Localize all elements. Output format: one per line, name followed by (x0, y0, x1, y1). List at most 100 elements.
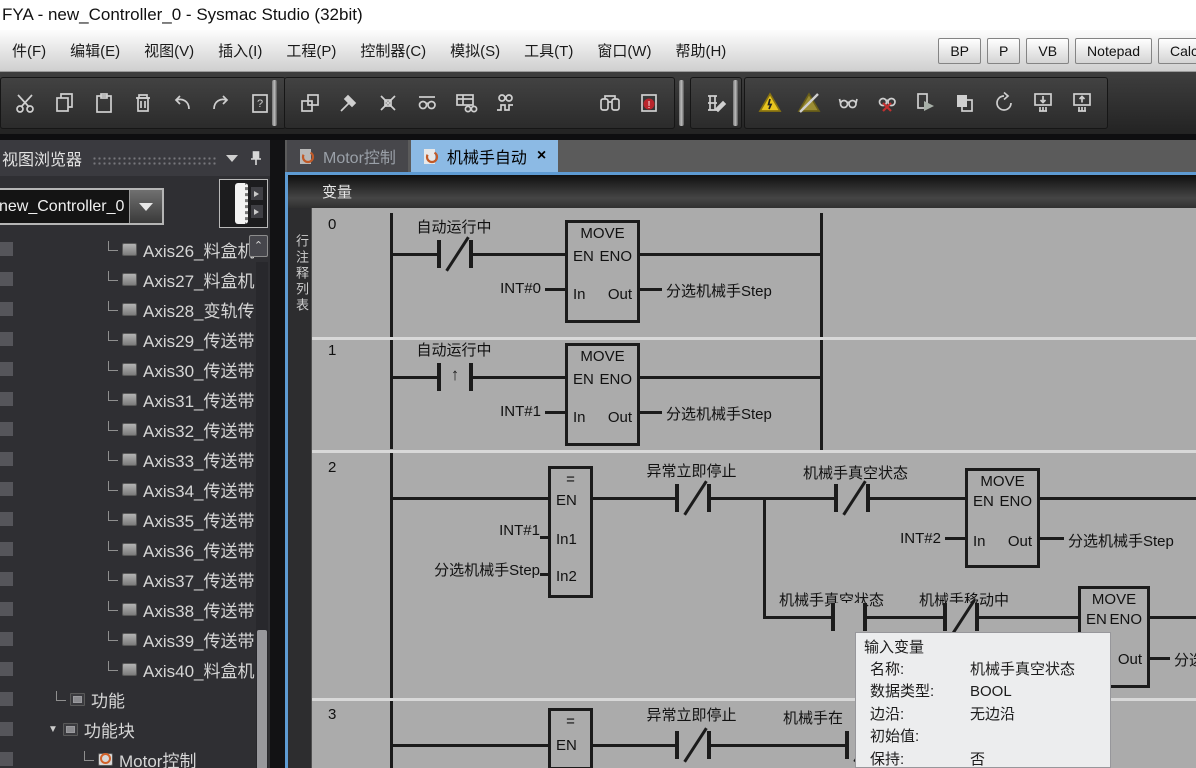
tree-item-axis29[interactable]: Axis29_传送带 (0, 324, 256, 354)
tree-item-axis39[interactable]: Axis39_传送带 (0, 624, 256, 654)
rebuild-button[interactable] (372, 85, 404, 121)
contact-label[interactable]: 自动运行中 (394, 339, 514, 360)
menu-help[interactable]: 帮助(H) (663, 30, 738, 71)
tree-item-axis32[interactable]: Axis32_传送带 (0, 414, 256, 444)
tree-item-axis30[interactable]: Axis30_传送带 (0, 354, 256, 384)
no-contact[interactable] (831, 603, 867, 631)
p-button[interactable]: P (987, 38, 1020, 64)
sidebar-scrollbar-track[interactable] (256, 262, 268, 768)
tree-item-axis28[interactable]: Axis28_变轨传 (0, 294, 256, 324)
contact-label[interactable]: 机械手真空状态 (788, 462, 923, 483)
nc-contact[interactable] (675, 731, 711, 759)
close-icon[interactable]: × (537, 147, 546, 165)
tab-robot-auto[interactable]: 机械手自动 × (411, 140, 558, 172)
operand-variable[interactable]: 分选机械手Step (390, 559, 540, 580)
contact-label[interactable]: 机械手在 (783, 707, 843, 728)
transfer-to-controller-button[interactable] (1027, 85, 1059, 121)
calc-button[interactable]: Calc (1158, 38, 1196, 64)
operand-value[interactable]: INT#0 (459, 280, 541, 297)
warning-on-button[interactable] (754, 85, 786, 121)
edit-mode-button[interactable] (700, 85, 732, 121)
transfer-from-controller-button[interactable] (1066, 85, 1098, 121)
tree-item-axis35[interactable]: Axis35_传送带 (0, 504, 256, 534)
menu-insert[interactable]: 插入(I) (206, 30, 274, 71)
equals-block[interactable]: = EN (548, 708, 593, 768)
rung-number[interactable]: 2 (328, 459, 336, 476)
rising-edge-contact[interactable]: ↑ (437, 363, 473, 391)
equals-block[interactable]: = EN In1 In2 (548, 466, 593, 598)
tree-item-motor-control[interactable]: Motor控制 (0, 744, 256, 768)
monitor-watch-off-button[interactable] (871, 85, 903, 121)
copy-button[interactable] (49, 85, 81, 121)
synchronize-button[interactable] (988, 85, 1020, 121)
rung-comment-strip[interactable]: 行注释列表 (288, 208, 312, 768)
notepad-button[interactable]: Notepad (1075, 38, 1152, 64)
data-trace-button[interactable] (489, 85, 521, 121)
operand-variable[interactable]: 分选机械手Step (666, 403, 772, 424)
run-program-button[interactable] (910, 85, 942, 121)
sidebar-scrollbar-thumb[interactable] (257, 630, 267, 768)
menu-view[interactable]: 视图(V) (132, 30, 206, 71)
paste-button[interactable] (88, 85, 120, 121)
tree-item-axis34[interactable]: Axis34_传送带 (0, 474, 256, 504)
menu-tools[interactable]: 工具(T) (512, 30, 585, 71)
menu-edit[interactable]: 编辑(E) (58, 30, 132, 71)
delete-button[interactable] (127, 85, 159, 121)
new-window-button[interactable] (294, 85, 326, 121)
operand-variable[interactable]: 分选机械手Step (1068, 530, 1174, 551)
tree-scroll-up-button[interactable]: ⌃ (249, 235, 268, 257)
rung-number[interactable]: 3 (328, 706, 336, 723)
contact-label[interactable]: 异常立即停止 (624, 460, 759, 481)
warning-off-button[interactable] (793, 85, 825, 121)
nc-contact[interactable] (834, 484, 870, 512)
operand-value[interactable]: INT#1 (440, 522, 540, 539)
menu-simulation[interactable]: 模拟(S) (438, 30, 512, 71)
chevron-down-icon[interactable] (226, 155, 238, 162)
operand-value[interactable]: INT#1 (459, 403, 541, 420)
monitor-watch-button[interactable] (832, 85, 864, 121)
undo-button[interactable] (166, 85, 198, 121)
variables-bar[interactable]: 变量 (288, 175, 1196, 208)
watch-window-button[interactable] (411, 85, 443, 121)
cut-button[interactable] (10, 85, 42, 121)
search-button[interactable] (594, 85, 626, 121)
nc-contact[interactable] (675, 484, 711, 512)
dropdown-arrow-icon[interactable] (129, 190, 162, 223)
compare-button[interactable] (949, 85, 981, 121)
operand-value[interactable]: INT#2 (861, 530, 941, 547)
tree-item-axis40[interactable]: Axis40_料盒机 (0, 654, 256, 684)
tab-motor-control[interactable]: Motor控制 (287, 140, 408, 172)
move-block[interactable]: MOVE ENENO InOut (965, 468, 1040, 568)
build-button[interactable] (333, 85, 365, 121)
menu-file[interactable]: 件(F) (0, 30, 58, 71)
pane-divider[interactable] (270, 140, 285, 768)
expander-icon[interactable]: ▼ (48, 724, 58, 735)
rung-number[interactable]: 1 (328, 342, 336, 359)
tree-item-axis26[interactable]: Axis26_料盒机 (0, 234, 256, 264)
tree-item-axis33[interactable]: Axis33_传送带 (0, 444, 256, 474)
menu-window[interactable]: 窗口(W) (585, 30, 663, 71)
error-list-button[interactable]: ! (633, 85, 665, 121)
operand-variable[interactable]: 分选机械手Step (666, 280, 772, 301)
menu-controller[interactable]: 控制器(C) (348, 30, 438, 71)
tree-item-function-blocks[interactable]: ▼功能块 (0, 714, 256, 744)
tree-item-axis27[interactable]: Axis27_料盒机 (0, 264, 256, 294)
contact-label[interactable]: 异常立即停止 (624, 704, 759, 725)
bp-button[interactable]: BP (938, 38, 981, 64)
watch-table-button[interactable] (450, 85, 482, 121)
vb-button[interactable]: VB (1026, 38, 1069, 64)
redo-button[interactable] (205, 85, 237, 121)
tree-item-axis36[interactable]: Axis36_传送带 (0, 534, 256, 564)
nc-contact[interactable] (943, 603, 979, 631)
tree-item-functions[interactable]: 功能 (0, 684, 256, 714)
tree-item-axis31[interactable]: Axis31_传送带 (0, 384, 256, 414)
move-block[interactable]: MOVE ENENO InOut (565, 343, 640, 446)
menu-project[interactable]: 工程(P) (274, 30, 348, 71)
tree-item-axis38[interactable]: Axis38_传送带 (0, 594, 256, 624)
contact-label[interactable]: 自动运行中 (394, 216, 514, 237)
operand-variable[interactable]: 分选机械手Step (1174, 649, 1196, 670)
nc-contact[interactable] (437, 240, 473, 268)
tree-item-axis37[interactable]: Axis37_传送带 (0, 564, 256, 594)
controller-dropdown[interactable]: new_Controller_0 (0, 188, 164, 225)
pin-icon[interactable] (250, 151, 262, 166)
